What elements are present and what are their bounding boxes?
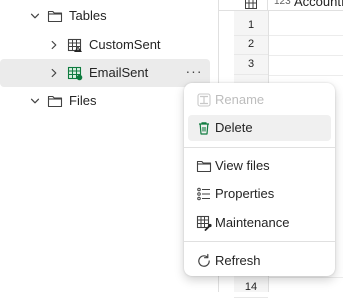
grid-row-line xyxy=(269,75,343,76)
more-options-button[interactable]: ··· xyxy=(185,64,203,81)
menu-item-label: Rename xyxy=(215,92,265,107)
properties-list-icon xyxy=(196,186,212,202)
delta-table-icon xyxy=(67,65,83,81)
chevron-down-icon[interactable] xyxy=(29,10,41,22)
menu-item-label: View files xyxy=(215,158,270,173)
menu-item-label: Properties xyxy=(215,186,275,201)
refresh-icon xyxy=(196,253,212,269)
tree-item-emailsent[interactable]: EmailSent ··· xyxy=(0,59,210,87)
delta-table-warning-icon xyxy=(67,37,83,53)
chevron-right-icon[interactable] xyxy=(48,67,60,79)
menu-item-rename[interactable]: Rename xyxy=(188,87,331,113)
grid-row-line xyxy=(269,35,343,36)
folder-icon xyxy=(196,158,212,174)
menu-item-label: Delete xyxy=(215,120,253,135)
menu-divider xyxy=(184,147,335,148)
table-corner-icon xyxy=(245,0,257,9)
menu-item-properties[interactable]: Properties xyxy=(188,181,331,207)
column-header-accountid[interactable]: AccountId xyxy=(294,0,343,9)
menu-item-view-files[interactable]: View files xyxy=(188,153,331,179)
tree-item-customsent[interactable]: CustomSent xyxy=(0,31,210,59)
menu-item-refresh[interactable]: Refresh xyxy=(188,248,331,274)
menu-item-label: Maintenance xyxy=(215,215,290,230)
trash-icon xyxy=(196,120,212,136)
folder-icon xyxy=(47,93,63,109)
tree-item-tables[interactable]: Tables xyxy=(0,2,210,30)
context-menu: Rename Delete View files Properties Main… xyxy=(184,83,335,276)
row-number: 1 xyxy=(234,15,268,36)
tree-item-label: Tables xyxy=(69,8,107,23)
column-type-label: 123 xyxy=(274,0,291,7)
rename-icon xyxy=(196,92,212,108)
tree-item-label: Files xyxy=(69,93,97,108)
table-wrench-icon xyxy=(196,215,212,231)
menu-divider xyxy=(184,241,335,242)
menu-item-label: Refresh xyxy=(215,253,261,268)
row-number: 3 xyxy=(234,54,268,75)
grid-row-line xyxy=(269,55,343,56)
chevron-right-icon[interactable] xyxy=(48,39,60,51)
folder-icon xyxy=(47,8,63,24)
grid-header: 123 AccountId xyxy=(219,0,343,11)
tree-item-label: EmailSent xyxy=(89,65,149,80)
row-number: 14 xyxy=(234,277,268,298)
chevron-down-icon[interactable] xyxy=(29,95,41,107)
row-number: 2 xyxy=(234,34,268,55)
column-separator xyxy=(267,0,268,10)
tree-item-files[interactable]: Files xyxy=(0,87,210,115)
grid-row-line xyxy=(269,277,343,278)
tree-item-label: CustomSent xyxy=(89,37,161,52)
menu-item-delete[interactable]: Delete xyxy=(188,115,331,141)
menu-item-maintenance[interactable]: Maintenance xyxy=(188,210,331,236)
